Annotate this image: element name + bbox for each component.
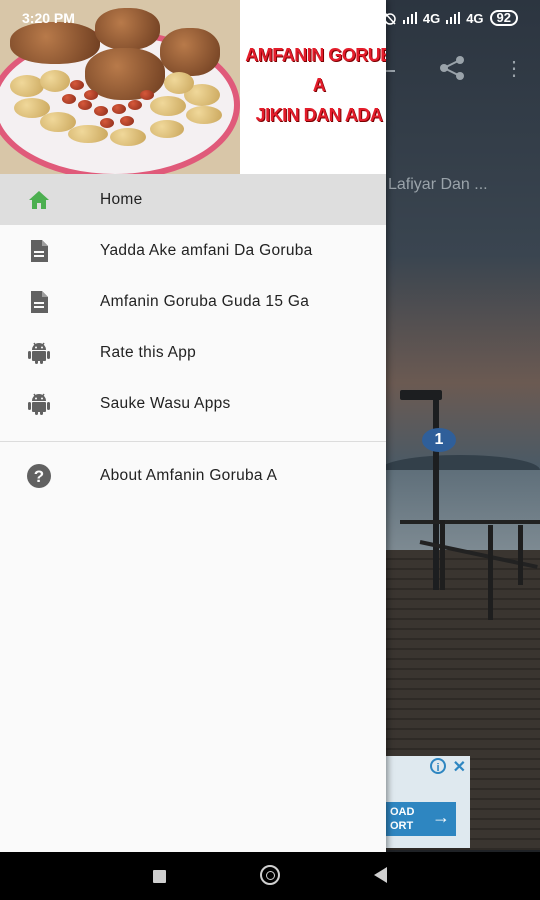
peanut (100, 118, 114, 128)
status-bar: 3:20 PM ... 4G 4G 92 (0, 0, 540, 36)
pier-rail (400, 520, 540, 524)
peanut (78, 100, 92, 110)
peanut (112, 104, 126, 114)
share-icon[interactable] (438, 55, 468, 81)
drawer-item-rate-app[interactable]: Rate this App (0, 327, 386, 378)
svg-text:?: ? (34, 467, 44, 486)
alarm-off-icon (384, 12, 396, 25)
nut (186, 106, 222, 124)
android-icon (26, 341, 52, 365)
ad-arrow-icon: → (432, 807, 450, 827)
pier-sign: 1 (422, 428, 456, 452)
header-title-line-3: JIKIN DAN ADA (255, 105, 383, 125)
battery-icon: 92 (489, 10, 518, 26)
header-title-line-1: AMFANIN GORUB (245, 45, 386, 65)
network-type-2: 4G (466, 10, 484, 26)
document-icon (26, 290, 52, 314)
status-dots: ... (366, 10, 377, 26)
drawer-item-label: Amfanin Goruba Guda 15 Ga (100, 292, 310, 310)
rail-post (440, 520, 445, 590)
nut (164, 72, 194, 94)
signal-icon-2 (446, 12, 461, 24)
peanut (94, 106, 108, 116)
header-title: AMFANIN GORUB A JIKIN DAN ADA (244, 40, 386, 130)
status-time: 3:20 PM (22, 10, 75, 26)
ad-close-icon[interactable]: ✕ (453, 757, 466, 777)
android-icon (26, 392, 52, 416)
nut (110, 128, 146, 146)
peanut (84, 90, 98, 100)
ad-button[interactable]: OAD ORT → (386, 802, 456, 836)
recents-icon[interactable] (153, 870, 166, 883)
back-icon[interactable] (374, 867, 387, 883)
drawer-item-home[interactable]: Home (0, 174, 386, 225)
ad-info-icon[interactable]: i (430, 758, 446, 774)
drawer-item-sauke-wasu[interactable]: Sauke Wasu Apps (0, 378, 386, 429)
drawer-item-about[interactable]: ? About Amfanin Goruba A (0, 450, 386, 501)
drawer-divider (0, 441, 386, 442)
ad-banner[interactable]: i ✕ OAD ORT → (386, 756, 470, 848)
help-icon: ? (26, 464, 52, 488)
peanut (140, 90, 154, 100)
nut (150, 120, 184, 138)
more-options-icon[interactable]: ⋮ (504, 58, 524, 80)
drawer-item-yadda-ake[interactable]: Yadda Ake amfani Da Goruba (0, 225, 386, 276)
lamp-pole (433, 395, 439, 590)
drawer-item-amfanin-goruba[interactable]: Amfanin Goruba Guda 15 Ga (0, 276, 386, 327)
rail-post (488, 525, 493, 620)
ad-button-text: OAD ORT (390, 806, 415, 832)
peanut (128, 100, 142, 110)
document-icon (26, 239, 52, 263)
status-icons: ... 4G 4G 92 (366, 10, 518, 26)
home-icon (26, 188, 52, 212)
navigation-drawer: AMFANIN GORUB A JIKIN DAN ADA Home Yadda… (0, 0, 386, 852)
signal-icon (402, 12, 417, 24)
background-content-text: Lafiyar Dan ... (388, 176, 488, 193)
rail-post (518, 525, 523, 585)
drawer-item-label: Sauke Wasu Apps (100, 394, 231, 412)
nut (40, 70, 70, 92)
nut (68, 125, 108, 143)
drawer-item-label: About Amfanin Goruba A (100, 466, 278, 484)
network-type-1: 4G (422, 10, 441, 26)
nut (10, 75, 44, 97)
peanut (120, 116, 134, 126)
drawer-item-label: Yadda Ake amfani Da Goruba (100, 241, 313, 259)
drawer-item-label: Rate this App (100, 343, 197, 361)
drawer-menu: Home Yadda Ake amfani Da Goruba Amfanin … (0, 174, 386, 501)
home-button-icon[interactable] (260, 865, 280, 885)
drawer-item-label: Home (100, 190, 143, 208)
nut (150, 96, 186, 116)
peanut (62, 94, 76, 104)
peanut (70, 80, 84, 90)
header-title-line-2: A (312, 75, 326, 95)
